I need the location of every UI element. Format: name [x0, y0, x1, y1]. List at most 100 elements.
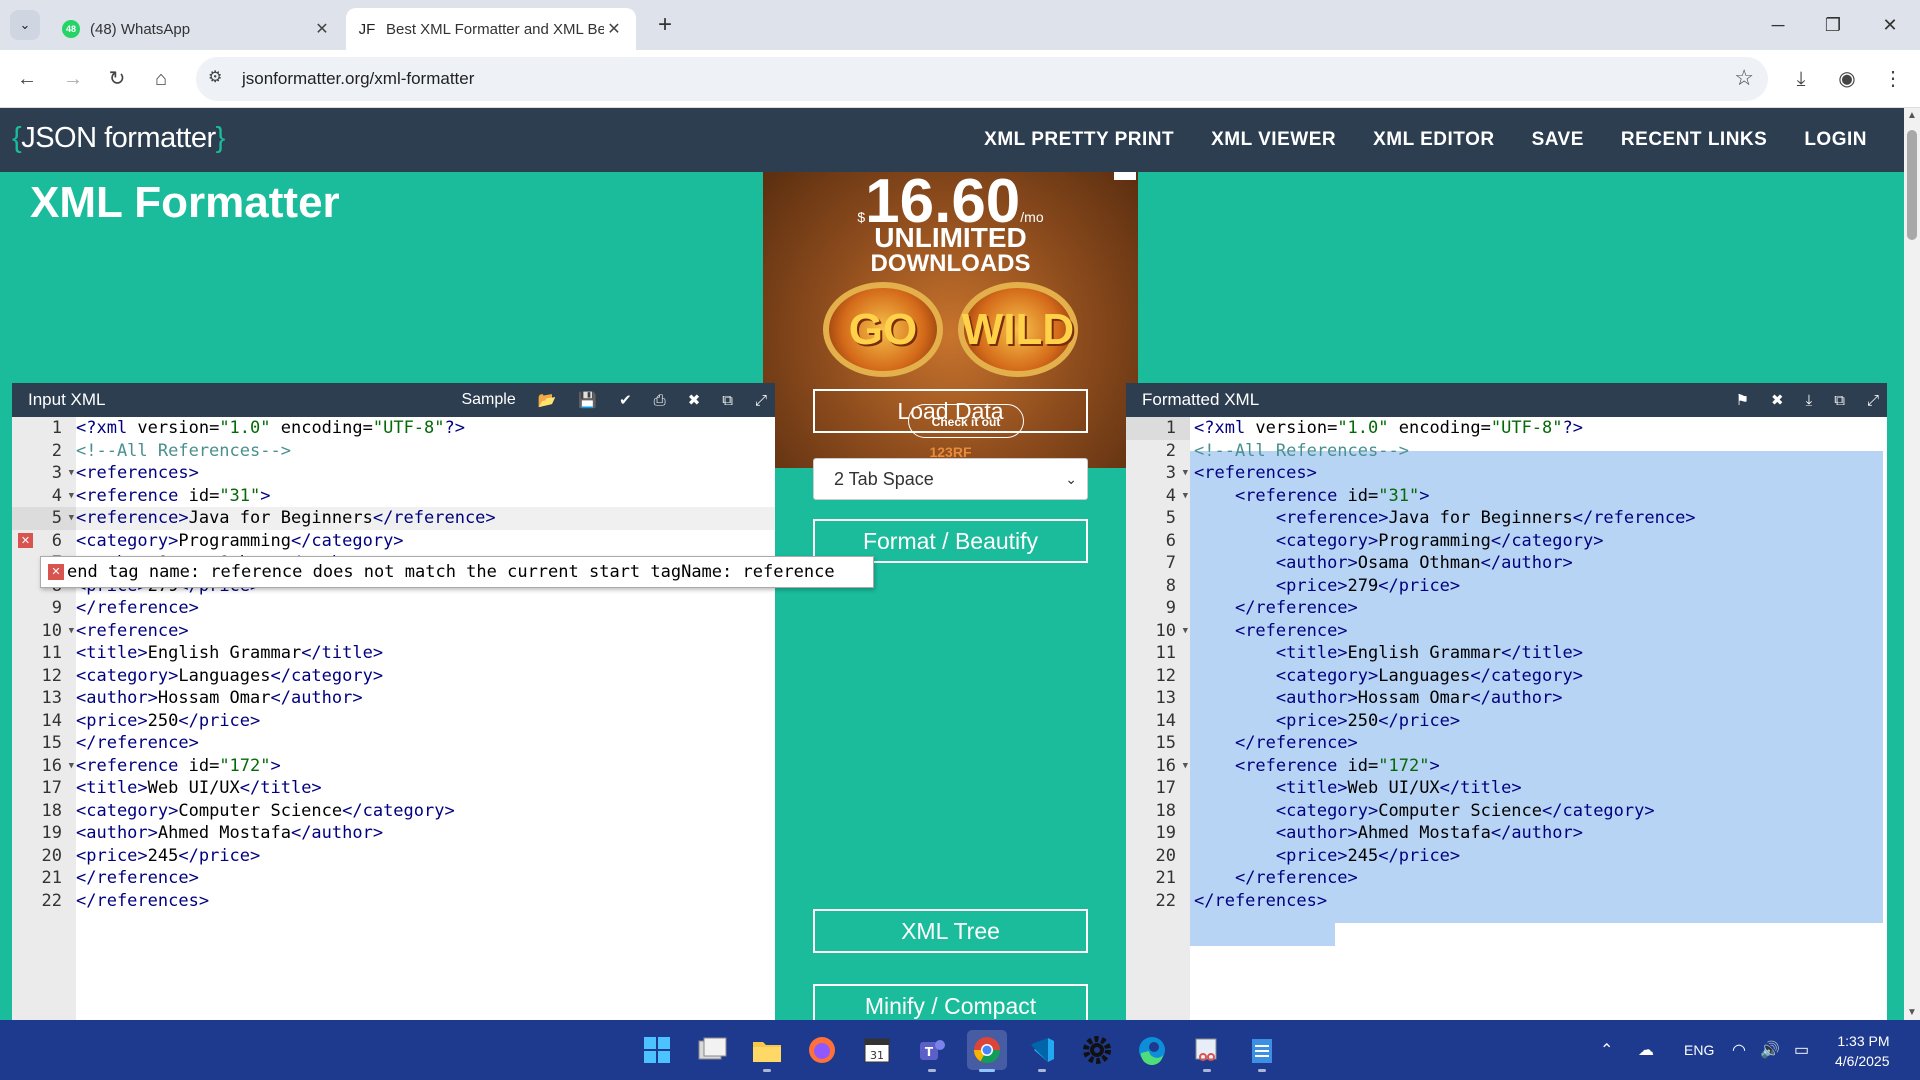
- whatsapp-icon: 48: [62, 20, 80, 38]
- nav-save[interactable]: SAVE: [1532, 129, 1584, 151]
- page-scrollbar[interactable]: ▲ ▼: [1904, 108, 1920, 1020]
- fold-arrow-icon[interactable]: ▼: [1183, 620, 1188, 643]
- scroll-down-icon[interactable]: ▼: [1904, 1007, 1920, 1018]
- broom-icon[interactable]: ⚑: [1736, 391, 1749, 409]
- nav-login[interactable]: LOGIN: [1804, 129, 1867, 151]
- bookmark-star-icon[interactable]: ☆: [1734, 65, 1754, 91]
- code-line: <reference>Java for Beginners</reference…: [76, 507, 775, 530]
- close-icon[interactable]: ✕: [604, 19, 624, 39]
- fold-arrow-icon[interactable]: ▼: [1183, 485, 1188, 508]
- snipping-tool-icon[interactable]: [1187, 1030, 1227, 1072]
- menu-icon[interactable]: ⋮: [1876, 62, 1910, 96]
- battery-icon[interactable]: ▭: [1794, 1020, 1809, 1080]
- line-number: 15: [41, 733, 62, 753]
- scroll-up-icon[interactable]: ▲: [1904, 110, 1920, 121]
- onedrive-icon[interactable]: ☁: [1638, 1020, 1654, 1080]
- windows-start-icon[interactable]: [637, 1030, 677, 1070]
- tab-search-button[interactable]: ⌄: [10, 10, 40, 40]
- fold-arrow-icon[interactable]: ▼: [1183, 462, 1188, 485]
- address-bar[interactable]: ⚙ jsonformatter.org/xml-formatter ☆: [196, 57, 1768, 101]
- firefox-icon[interactable]: [802, 1030, 842, 1070]
- reload-button[interactable]: ↻: [100, 62, 134, 96]
- clock-time: 1:33 PM: [1837, 1033, 1890, 1049]
- new-tab-button[interactable]: +: [650, 10, 680, 40]
- fold-arrow-icon[interactable]: ▼: [1183, 755, 1188, 778]
- nav-xml-viewer[interactable]: XML VIEWER: [1211, 129, 1336, 151]
- home-button[interactable]: ⌂: [144, 62, 178, 96]
- nav-xml-pretty-print[interactable]: XML PRETTY PRINT: [984, 129, 1174, 151]
- code-line: <category>Programming</category>: [1275, 530, 1604, 551]
- fullscreen-icon[interactable]: ⤢: [755, 392, 767, 409]
- fold-arrow-icon[interactable]: ▼: [69, 462, 74, 485]
- code-line: <price>250</price>: [76, 710, 261, 731]
- line-number: 12: [1155, 665, 1176, 686]
- sample-button[interactable]: Sample: [461, 391, 515, 409]
- xml-tree-button[interactable]: XML Tree: [813, 909, 1088, 953]
- line-number: 3 ▼: [51, 462, 74, 485]
- nav-xml-editor[interactable]: XML EDITOR: [1373, 129, 1494, 151]
- check-icon[interactable]: ✔: [619, 391, 632, 409]
- fold-arrow-icon[interactable]: ▼: [69, 620, 74, 643]
- line-number: 13: [41, 688, 62, 708]
- running-indicator: [979, 1069, 995, 1072]
- back-button[interactable]: ←: [10, 62, 44, 96]
- code-line: </reference>: [76, 598, 199, 618]
- task-view-icon[interactable]: [692, 1030, 732, 1070]
- language-indicator[interactable]: ENG: [1684, 1020, 1714, 1080]
- download-icon[interactable]: ⤓: [1784, 62, 1818, 96]
- close-window-button[interactable]: ✕: [1870, 8, 1910, 42]
- line-number: 4 ▼: [51, 485, 74, 508]
- site-settings-icon[interactable]: ⚙: [208, 67, 222, 87]
- minimize-button[interactable]: ─: [1758, 8, 1798, 42]
- vscode-icon[interactable]: [1022, 1030, 1062, 1072]
- line-number: 1: [51, 418, 62, 438]
- input-code-editor[interactable]: <?xml version="1.0" encoding="UTF-8"?> <…: [76, 417, 775, 1020]
- close-icon[interactable]: ✖: [688, 391, 701, 409]
- fold-arrow-icon[interactable]: ▼: [69, 485, 74, 508]
- fold-arrow-icon[interactable]: ▼: [69, 755, 74, 778]
- print-icon[interactable]: ⎙: [654, 392, 666, 409]
- download-icon[interactable]: ⤓: [1806, 392, 1813, 409]
- edge-icon[interactable]: [1132, 1030, 1172, 1070]
- fold-arrow-icon[interactable]: ▼: [69, 507, 74, 530]
- indent-select[interactable]: 2 Tab Space ⌄: [813, 458, 1088, 500]
- output-code-editor[interactable]: <?xml version="1.0" encoding="UTF-8"?> <…: [1190, 417, 1887, 1020]
- tab-xml-formatter[interactable]: JF Best XML Formatter and XML Bea ✕: [346, 8, 636, 50]
- site-logo[interactable]: {JSON formatter}: [12, 122, 225, 155]
- show-hidden-icons-icon[interactable]: ⌃: [1600, 1020, 1613, 1080]
- indent-select-value: 2 Tab Space: [834, 469, 934, 489]
- input-xml-panel: Input XML Sample 📂 💾 ✔ ⎙ ✖ ⧉ ⤢ <?xml ver…: [12, 383, 775, 1020]
- file-explorer-icon[interactable]: [747, 1030, 787, 1072]
- notepad-icon[interactable]: [1242, 1030, 1282, 1072]
- scroll-thumb[interactable]: [1907, 130, 1917, 240]
- tab-whatsapp[interactable]: 48 (48) WhatsApp ✕: [50, 8, 344, 50]
- copy-icon[interactable]: ⧉: [722, 392, 733, 409]
- nav-recent-links[interactable]: RECENT LINKS: [1621, 129, 1767, 151]
- formatted-xml-panel: Formatted XML ⚑ ✖ ⤓ ⧉ ⤢ <?xml version="1…: [1126, 383, 1887, 1020]
- code-line: </reference>: [1234, 868, 1358, 888]
- chrome-icon[interactable]: [967, 1030, 1007, 1072]
- volume-icon[interactable]: 🔊: [1760, 1020, 1780, 1080]
- save-icon[interactable]: 💾: [578, 391, 597, 409]
- running-indicator: [1038, 1069, 1046, 1072]
- line-number: 16 ▼: [1155, 755, 1188, 778]
- forward-button[interactable]: →: [56, 62, 90, 96]
- system-clock[interactable]: 1:33 PM 4/6/2025: [1835, 1031, 1890, 1071]
- restore-button[interactable]: ❐: [1813, 8, 1853, 42]
- close-icon[interactable]: ✕: [312, 19, 332, 39]
- fullscreen-icon[interactable]: ⤢: [1867, 392, 1879, 409]
- svg-text:31: 31: [870, 1049, 884, 1062]
- calendar-icon[interactable]: 31: [857, 1030, 897, 1070]
- wifi-icon[interactable]: ◠: [1732, 1020, 1746, 1080]
- url-text[interactable]: jsonformatter.org/xml-formatter: [242, 69, 474, 89]
- folder-open-icon[interactable]: 📂: [538, 391, 557, 409]
- close-icon[interactable]: ✖: [1771, 391, 1784, 409]
- code-line: <category>Computer Science</category>: [76, 800, 455, 821]
- profile-icon[interactable]: ◉: [1830, 62, 1864, 96]
- copy-icon[interactable]: ⧉: [1834, 392, 1845, 409]
- settings-icon[interactable]: [1077, 1030, 1117, 1070]
- code-line: <title>Web UI/UX</title>: [76, 778, 322, 798]
- teams-icon[interactable]: T: [912, 1030, 952, 1072]
- browser-toolbar: ← → ↻ ⌂ ⚙ jsonformatter.org/xml-formatte…: [0, 50, 1920, 108]
- load-data-button[interactable]: Load Data: [813, 389, 1088, 433]
